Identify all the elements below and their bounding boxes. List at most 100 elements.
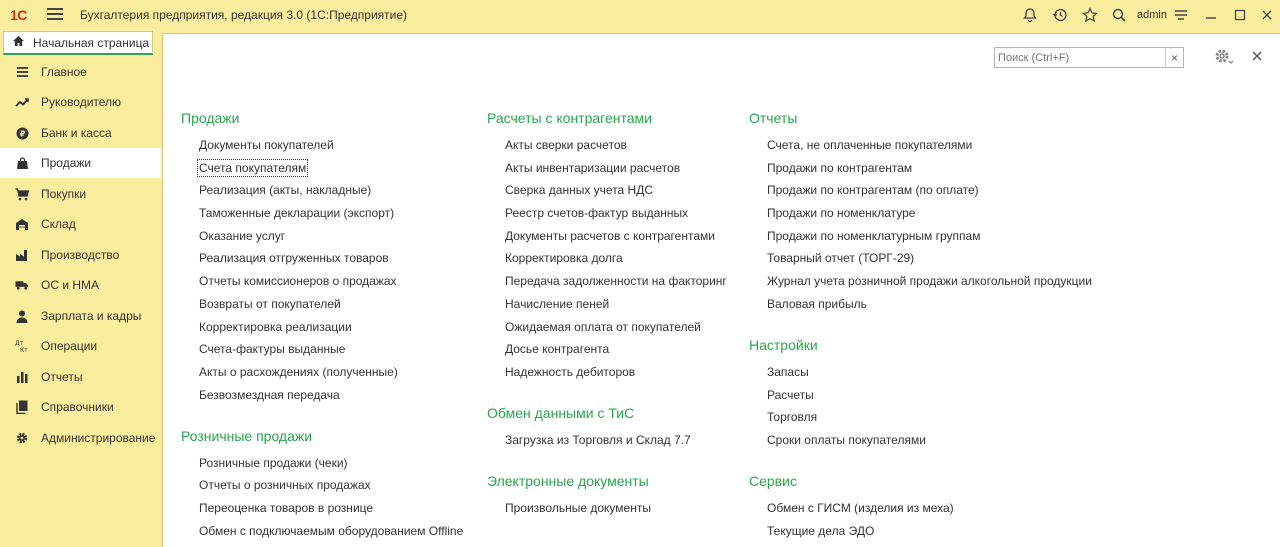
- tab-label: Начальная страница: [33, 35, 150, 50]
- link-expected-payment[interactable]: Ожидаемая оплата от покупателей: [505, 320, 701, 334]
- sidebar: Главное Руководителю ₽ Банк и касса Прод…: [0, 56, 161, 547]
- search-input[interactable]: [995, 48, 1165, 67]
- link-customer-invoices[interactable]: Счета покупателям: [196, 159, 309, 177]
- link-trade[interactable]: Торговля: [767, 410, 817, 424]
- link-payment-terms[interactable]: Сроки оплаты покупателями: [767, 433, 926, 447]
- link-shipped-goods-sales[interactable]: Реализация отгруженных товаров: [199, 251, 389, 265]
- link-arbitrary-documents[interactable]: Произвольные документы: [505, 501, 651, 515]
- search-icon[interactable]: [1110, 6, 1128, 24]
- app-logo: 1С: [10, 7, 27, 23]
- group-title-tis-exchange: Обмен данными с ТиС: [487, 405, 635, 421]
- link-retail-revaluation[interactable]: Переоценка товаров в рознице: [199, 501, 373, 515]
- svg-text:₽: ₽: [19, 129, 25, 138]
- history-icon[interactable]: [1051, 6, 1069, 24]
- current-user[interactable]: admin: [1137, 9, 1167, 21]
- sidebar-item-manager[interactable]: Руководителю: [0, 87, 161, 117]
- tab-home-page[interactable]: Начальная страница: [3, 31, 153, 55]
- sidebar-item-warehouse[interactable]: Склад: [0, 209, 161, 239]
- link-discrepancy-acts[interactable]: Акты о расхождениях (полученные): [199, 365, 398, 379]
- link-commission-reports[interactable]: Отчеты комиссионеров о продажах: [199, 274, 397, 288]
- link-gism-exchange[interactable]: Обмен с ГИСМ (изделия из меха): [767, 501, 954, 515]
- sidebar-item-administration[interactable]: Администрирование: [0, 423, 161, 453]
- main-menu-button[interactable]: [47, 8, 63, 22]
- group-title-reports: Отчеты: [749, 110, 798, 126]
- link-alcohol-journal[interactable]: Журнал учета розничной продажи алкогольн…: [767, 274, 1092, 288]
- group-title-retail: Розничные продажи: [181, 428, 313, 444]
- favorites-star-icon[interactable]: [1081, 6, 1099, 24]
- cart-icon: [15, 187, 29, 201]
- sidebar-item-label: Производство: [41, 248, 120, 262]
- close-window-icon[interactable]: [1258, 6, 1276, 24]
- group-title-sales: Продажи: [181, 110, 240, 126]
- link-offline-equipment[interactable]: Обмен с подключаемым оборудованием Offli…: [199, 524, 463, 538]
- sidebar-item-label: Администрирование: [41, 431, 156, 445]
- title-bar: 1С Бухгалтерия предприятия, редакция 3.0…: [0, 0, 1280, 30]
- link-gross-profit[interactable]: Валовая прибыль: [767, 297, 867, 311]
- link-sales-by-counterparty-payment[interactable]: Продажи по контрагентам (по оплате): [767, 183, 979, 197]
- sidebar-item-label: Покупки: [41, 187, 87, 201]
- list-icon: [15, 65, 29, 79]
- link-tis-import[interactable]: Загрузка из Торговля и Склад 7.7: [505, 433, 691, 447]
- truck-icon: [15, 278, 29, 292]
- bar-chart-icon: [15, 370, 29, 384]
- sidebar-item-operations[interactable]: Дт Кт Операции: [0, 331, 161, 361]
- sidebar-item-label: Руководителю: [41, 95, 122, 109]
- app-title: Бухгалтерия предприятия, редакция 3.0 (1…: [80, 8, 408, 22]
- link-settlement-documents[interactable]: Документы расчетов с контрагентами: [505, 229, 715, 243]
- link-factoring[interactable]: Передача задолженности на факторинг: [505, 274, 727, 288]
- sidebar-item-salary[interactable]: Зарплата и кадры: [0, 301, 161, 331]
- sidebar-item-sales[interactable]: Продажи: [0, 148, 161, 178]
- link-sales-by-nomenclature[interactable]: Продажи по номенклатуре: [767, 206, 915, 220]
- sidebar-item-main[interactable]: Главное: [0, 57, 161, 87]
- sidebar-item-label: Склад: [41, 217, 76, 231]
- link-penalties[interactable]: Начисление пеней: [505, 297, 609, 311]
- sidebar-item-label: Справочники: [41, 400, 114, 414]
- link-calculations[interactable]: Расчеты: [767, 388, 814, 402]
- clear-search-icon[interactable]: ×: [1165, 48, 1183, 67]
- sidebar-item-production[interactable]: Производство: [0, 240, 161, 270]
- link-customs-declarations[interactable]: Таможенные декларации (экспорт): [199, 206, 394, 220]
- link-reconciliation-acts[interactable]: Акты сверки расчетов: [505, 138, 627, 152]
- notifications-bell-icon[interactable]: [1021, 6, 1039, 24]
- minimize-icon[interactable]: [1202, 6, 1220, 24]
- link-torg-29[interactable]: Товарный отчет (ТОРГ-29): [767, 251, 914, 265]
- link-free-transfer[interactable]: Безвозмездная передача: [199, 388, 340, 402]
- dt-kt-icon: Дт Кт: [15, 339, 29, 353]
- maximize-icon[interactable]: [1231, 6, 1249, 24]
- sidebar-item-fixed-assets[interactable]: ОС и НМА: [0, 270, 161, 300]
- sidebar-item-bank[interactable]: ₽ Банк и касса: [0, 118, 161, 148]
- sidebar-item-reports[interactable]: Отчеты: [0, 362, 161, 392]
- link-customer-documents[interactable]: Документы покупателей: [199, 138, 334, 152]
- sidebar-item-label: Продажи: [41, 156, 92, 170]
- link-debtor-reliability[interactable]: Надежность дебиторов: [505, 365, 635, 379]
- link-retail-reports[interactable]: Отчеты о розничных продажах: [199, 478, 371, 492]
- link-sales-acts[interactable]: Реализация (акты, накладные): [199, 183, 371, 197]
- link-invoice-register[interactable]: Реестр счетов-фактур выданных: [505, 206, 688, 220]
- group-title-edocs: Электронные документы: [487, 473, 649, 489]
- books-icon: [15, 400, 29, 414]
- factory-icon: [15, 248, 29, 262]
- group-title-settlements: Расчеты с контрагентами: [487, 110, 652, 126]
- link-counterparty-dossier[interactable]: Досье контрагента: [505, 342, 609, 356]
- link-customer-returns[interactable]: Возвраты от покупателей: [199, 297, 341, 311]
- link-sales-by-counterparty[interactable]: Продажи по контрагентам: [767, 161, 912, 175]
- link-issued-invoices[interactable]: Счета-фактуры выданные: [199, 342, 345, 356]
- group-title-settings: Настройки: [749, 337, 818, 353]
- link-stocks[interactable]: Запасы: [767, 365, 809, 379]
- sidebar-item-purchases[interactable]: Покупки: [0, 179, 161, 209]
- link-services[interactable]: Оказание услуг: [199, 229, 285, 243]
- link-vat-reconciliation[interactable]: Сверка данных учета НДС: [505, 183, 653, 197]
- link-sales-correction[interactable]: Корректировка реализации: [199, 320, 352, 334]
- link-unpaid-invoices[interactable]: Счета, не оплаченные покупателями: [767, 138, 972, 152]
- settings-menu-icon[interactable]: [1172, 6, 1190, 24]
- link-retail-receipts[interactable]: Розничные продажи (чеки): [199, 456, 348, 470]
- coin-icon: ₽: [15, 126, 29, 140]
- link-edo-tasks[interactable]: Текущие дела ЭДО: [767, 524, 874, 538]
- link-sales-by-groups[interactable]: Продажи по номенклатурным группам: [767, 229, 980, 243]
- sidebar-item-label: ОС и НМА: [41, 278, 100, 292]
- panel-settings-gear-icon[interactable]: [1213, 46, 1235, 68]
- sidebar-item-references[interactable]: Справочники: [0, 392, 161, 422]
- close-panel-icon[interactable]: [1252, 48, 1262, 64]
- link-inventory-acts[interactable]: Акты инвентаризации расчетов: [505, 161, 680, 175]
- link-debt-correction[interactable]: Корректировка долга: [505, 251, 623, 265]
